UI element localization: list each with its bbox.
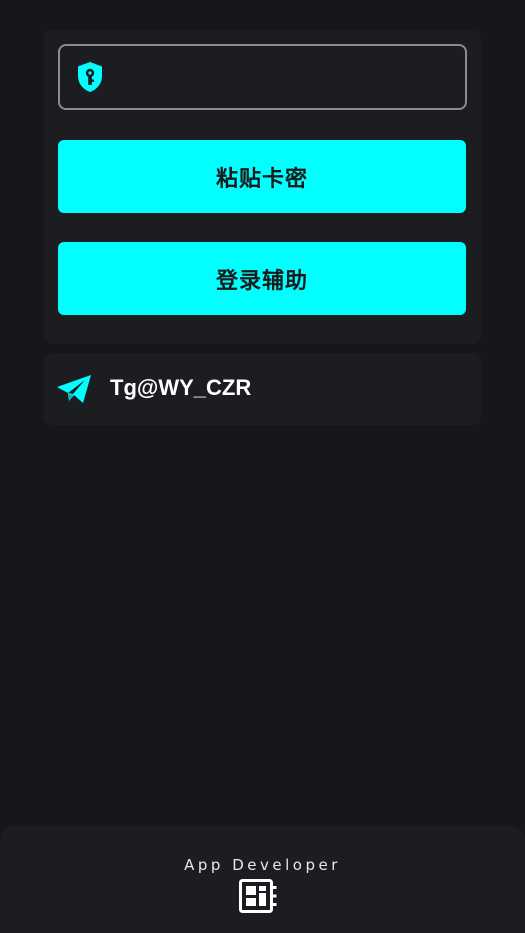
card-key-field[interactable] bbox=[58, 44, 467, 110]
login-assist-button[interactable]: 登录辅助 bbox=[58, 242, 466, 315]
login-card: 粘贴卡密 登录辅助 bbox=[44, 30, 481, 344]
paste-key-button[interactable]: 粘贴卡密 bbox=[58, 140, 466, 213]
card-key-input[interactable] bbox=[118, 46, 462, 110]
developer-label: App Developer bbox=[184, 856, 341, 874]
telegram-handle: Tg@WY_CZR bbox=[110, 375, 252, 400]
app-screen: 粘贴卡密 登录辅助 Tg@WY_CZR App Developer bbox=[0, 0, 525, 933]
telegram-send-icon bbox=[57, 375, 91, 403]
footer-panel: App Developer bbox=[0, 826, 525, 933]
developer-board-icon[interactable] bbox=[238, 878, 278, 914]
shield-key-icon bbox=[78, 62, 102, 92]
telegram-contact-row[interactable]: Tg@WY_CZR bbox=[44, 353, 481, 425]
